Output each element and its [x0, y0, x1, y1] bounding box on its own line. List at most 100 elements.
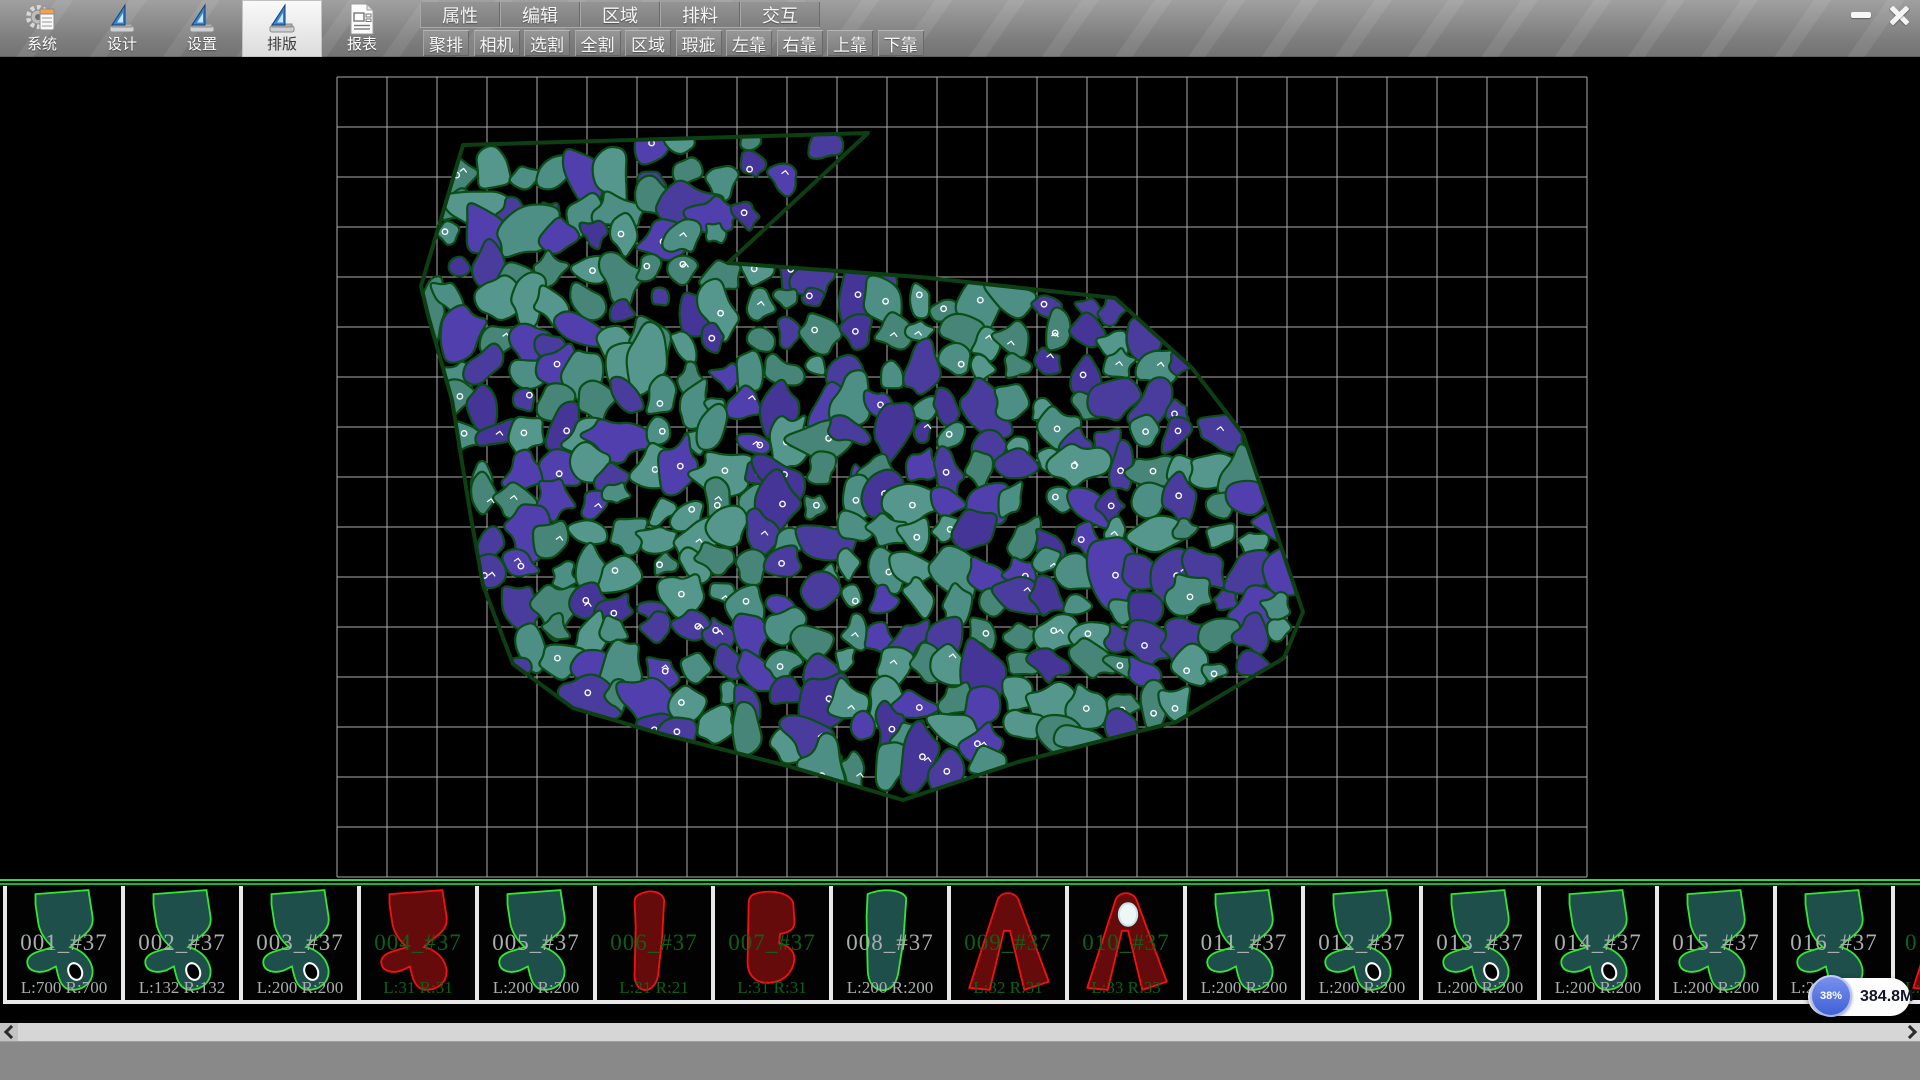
nested-pieces — [412, 122, 1311, 809]
piece-lr-count: L:200 R:200 — [1305, 978, 1419, 998]
menu-tab-1[interactable]: 属性 — [420, 2, 500, 27]
minimize-icon — [1851, 12, 1871, 18]
piece-id-label: 010_#37 — [1069, 930, 1183, 956]
menu-tab-4[interactable]: 排料 — [660, 2, 740, 27]
menu-tab-bar: 属性编辑区域排料交互 — [420, 2, 820, 28]
tool-button-8[interactable]: 右靠 — [777, 30, 823, 56]
piece-id-label: 016_#37 — [1777, 930, 1891, 956]
minimize-button[interactable] — [1848, 5, 1874, 25]
piece-lr-count: L:200 R:200 — [1423, 978, 1537, 998]
piece-id-label: 012_#37 — [1305, 930, 1419, 956]
piece-lr-count: L:33 R:33 — [1069, 978, 1183, 998]
app-button-group: 系统 设计设置 排版 报表 — [2, 0, 402, 57]
piece-lr-count: L:200 R:200 — [1541, 978, 1655, 998]
app-button-4[interactable]: 排版 — [242, 0, 322, 57]
piece-id-label: 014_#37 — [1541, 930, 1655, 956]
piece-id-label: 008_#37 — [833, 930, 947, 956]
app-button-5[interactable]: 报表 — [322, 0, 402, 57]
tool-button-6[interactable]: 瑕疵 — [676, 30, 722, 56]
piece-thumbnail-strip: 001_#37L:700 R:700002_#37L:132 R:132003_… — [0, 879, 1920, 1023]
memory-value: 384.8M — [1860, 988, 1913, 1006]
piece-id-label: 009_#37 — [951, 930, 1065, 956]
tool-button-1[interactable]: 聚排 — [423, 30, 469, 56]
piece-id-label: 002_#37 — [125, 930, 239, 956]
app-button-label: 报表 — [347, 36, 377, 54]
nesting-canvas[interactable] — [0, 57, 1920, 879]
close-button[interactable] — [1886, 5, 1912, 25]
piece-lr-count: L:31 R:31 — [361, 978, 475, 998]
piece-hole — [1119, 903, 1137, 925]
piece-id-label: 011_#37 — [1187, 930, 1301, 956]
status-bar — [0, 1041, 1920, 1080]
strip-divider-line — [0, 879, 1920, 881]
piece-thumbnail-5[interactable]: 005_#37 L:200 R:200 — [475, 886, 593, 1004]
horizontal-scrollbar[interactable] — [0, 1023, 1920, 1041]
scroll-left-button[interactable] — [0, 1023, 18, 1041]
set-square-icon — [265, 2, 299, 36]
piece-lr-count: L:32 R:31 — [951, 978, 1065, 998]
piece-id-label: 0 — [1895, 930, 1920, 956]
piece-id-label: 005_#37 — [479, 930, 593, 956]
tool-button-9[interactable]: 上靠 — [827, 30, 873, 56]
piece-lr-count: L:200 R:200 — [1659, 978, 1773, 998]
piece-thumbnail-4[interactable]: 004_#37 L:31 R:31 — [357, 886, 475, 1004]
app-button-label: 排版 — [267, 36, 297, 54]
piece-lr-count: L:31 R:31 — [715, 978, 829, 998]
piece-lr-count: L:700 R:700 — [7, 978, 121, 998]
piece-thumbnail-15[interactable]: 015_#37 L:200 R:200 — [1655, 886, 1773, 1004]
report-icon — [345, 2, 379, 36]
piece-id-label: 013_#37 — [1423, 930, 1537, 956]
chevron-left-icon — [3, 1025, 17, 1039]
app-button-1[interactable]: 系统 — [2, 0, 82, 57]
piece-lr-count: L:200 R:200 — [479, 978, 593, 998]
piece-id-label: 001_#37 — [7, 930, 121, 956]
close-icon — [1889, 5, 1909, 25]
piece-lr-count: L:200 R:200 — [243, 978, 357, 998]
piece-thumbnail-9[interactable]: 009_#37 L:32 R:31 — [947, 886, 1065, 1004]
piece-lr-count: L:200 R:200 — [1187, 978, 1301, 998]
scroll-right-button[interactable] — [1902, 1023, 1920, 1041]
set-square-icon — [105, 2, 139, 36]
tool-button-2[interactable]: 相机 — [474, 30, 520, 56]
progress-circle: 38% — [1810, 975, 1852, 1017]
piece-thumbnail-13[interactable]: 013_#37 L:200 R:200 — [1419, 886, 1537, 1004]
piece-thumbnail-1[interactable]: 001_#37 L:700 R:700 — [3, 886, 121, 1004]
menu-tab-3[interactable]: 区域 — [580, 2, 660, 27]
piece-id-label: 015_#37 — [1659, 930, 1773, 956]
piece-thumbnail-3[interactable]: 003_#37 L:200 R:200 — [239, 886, 357, 1004]
tool-button-4[interactable]: 全割 — [575, 30, 621, 56]
progress-percent: 38% — [1820, 990, 1842, 1002]
piece-thumbnail-6[interactable]: 006_#37 L:21 R:21 — [593, 886, 711, 1004]
piece-thumbnail-14[interactable]: 014_#37 L:200 R:200 — [1537, 886, 1655, 1004]
piece-id-label: 003_#37 — [243, 930, 357, 956]
main-toolbar: 系统设计设置排版报表 属性编辑区域排料交互 聚排相机选割全割区域瑕疵左靠右靠上靠… — [0, 0, 1920, 57]
tool-button-10[interactable]: 下靠 — [878, 30, 924, 56]
menu-tab-5[interactable]: 交互 — [740, 2, 820, 27]
strip-divider-line-2 — [0, 883, 1920, 885]
piece-thumbnail-2[interactable]: 002_#37 L:132 R:132 — [121, 886, 239, 1004]
app-button-2[interactable]: 设计 — [82, 0, 162, 57]
piece-thumbnail-7[interactable]: 007_#37 L:31 R:31 — [711, 886, 829, 1004]
piece-lr-count: L:21 R:21 — [597, 978, 711, 998]
piece-thumbnail-10[interactable]: 010_#37 L:33 R:33 — [1065, 886, 1183, 1004]
piece-thumbnail-11[interactable]: 011_#37 L:200 R:200 — [1183, 886, 1301, 1004]
window-controls — [1848, 4, 1912, 26]
tool-button-5[interactable]: 区域 — [625, 30, 671, 56]
piece-lr-count: L:132 R:132 — [125, 978, 239, 998]
piece-lr-count: L:200 R:200 — [833, 978, 947, 998]
piece-thumbnail-12[interactable]: 012_#37 L:200 R:200 — [1301, 886, 1419, 1004]
chevron-right-icon — [1902, 1025, 1916, 1039]
piece-id-label: 007_#37 — [715, 930, 829, 956]
app-button-label: 系统 — [27, 36, 57, 54]
tool-button-bar: 聚排相机选割全割区域瑕疵左靠右靠上靠下靠 — [423, 30, 928, 56]
piece-id-label: 004_#37 — [361, 930, 475, 956]
piece-thumbnail-8[interactable]: 008_#37 L:200 R:200 — [829, 886, 947, 1004]
tool-button-3[interactable]: 选割 — [524, 30, 570, 56]
piece-id-label: 006_#37 — [597, 930, 711, 956]
tool-button-7[interactable]: 左靠 — [726, 30, 772, 56]
set-square-icon — [185, 2, 219, 36]
app-button-3[interactable]: 设置 — [162, 0, 242, 57]
app-button-label: 设置 — [187, 36, 217, 54]
application-window: 系统设计设置排版报表 属性编辑区域排料交互 聚排相机选割全割区域瑕疵左靠右靠上靠… — [0, 0, 1920, 1080]
menu-tab-2[interactable]: 编辑 — [500, 2, 580, 27]
